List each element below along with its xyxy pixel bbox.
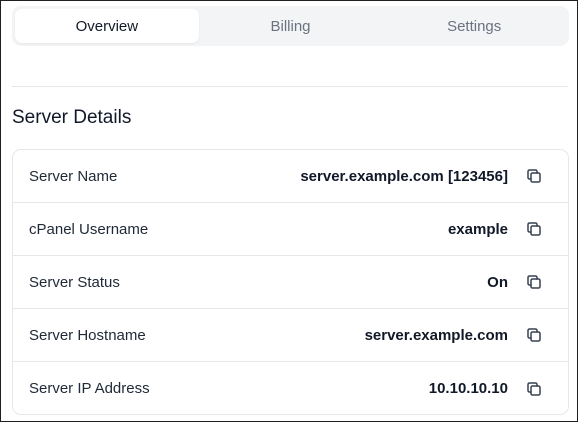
detail-value: server.example.com [364, 326, 508, 344]
detail-row-server-status: Server Status On [13, 256, 568, 309]
copy-icon[interactable] [524, 325, 544, 345]
tab-billing[interactable]: Billing [199, 9, 383, 43]
tab-bar: Overview Billing Settings [12, 6, 569, 46]
detail-label: Server IP Address [29, 380, 150, 397]
tab-overview[interactable]: Overview [15, 9, 199, 43]
copy-icon[interactable] [524, 272, 544, 292]
detail-label: Server Status [29, 273, 120, 291]
detail-row-server-hostname: Server Hostname server.example.com [13, 309, 568, 362]
detail-value: example [447, 220, 508, 238]
detail-row-server-ip: Server IP Address 10.10.10.10 [13, 362, 568, 414]
detail-row-cpanel-username: cPanel Username example [13, 203, 568, 256]
detail-label: cPanel Username [29, 220, 149, 238]
detail-value: On [487, 273, 508, 291]
detail-label: Server Hostname [29, 326, 146, 344]
server-details-card: Server Name server.example.com [123456] … [12, 149, 569, 415]
detail-label: Server Name [29, 167, 118, 185]
section-title: Server Details [12, 107, 132, 128]
detail-value: 10.10.10.10 [428, 380, 508, 397]
divider [12, 86, 568, 87]
detail-row-server-name: Server Name server.example.com [123456] [13, 150, 568, 203]
copy-icon[interactable] [524, 166, 544, 186]
detail-value: server.example.com [123456] [300, 167, 508, 185]
copy-icon[interactable] [524, 219, 544, 239]
tab-settings[interactable]: Settings [382, 9, 566, 43]
copy-icon[interactable] [524, 379, 544, 399]
